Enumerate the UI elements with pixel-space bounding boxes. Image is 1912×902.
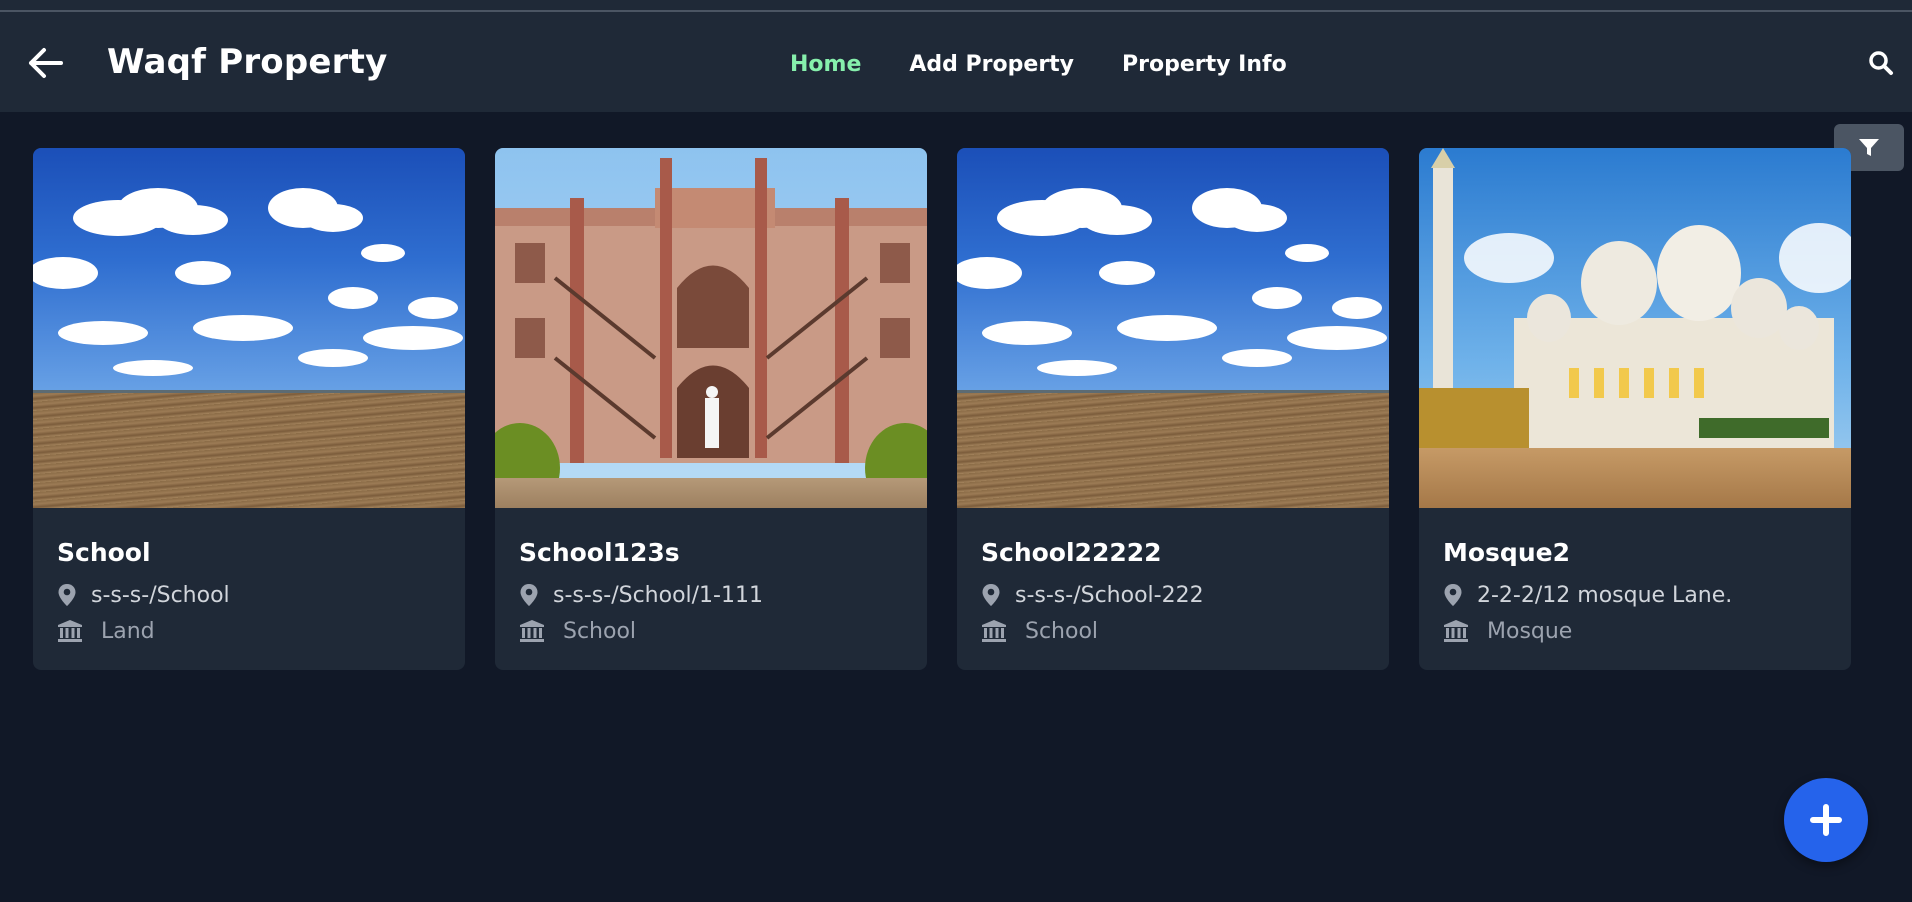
card-address: s-s-s-/School-222 [1015, 582, 1204, 608]
property-image [495, 148, 927, 508]
app-title: Waqf Property [107, 42, 388, 82]
search-button[interactable] [1868, 50, 1894, 76]
arrow-left-icon [29, 48, 63, 78]
back-button[interactable] [26, 46, 66, 80]
nav-property-info[interactable]: Property Info [1122, 52, 1287, 77]
card-type-row: School [981, 613, 1373, 649]
landmark-icon [520, 620, 544, 642]
card-address: 2-2-2/12 mosque Lane. [1477, 582, 1733, 608]
map-pin-icon [982, 584, 1000, 606]
map-pin-icon [58, 584, 76, 606]
card-address-row: s-s-s-/School [57, 577, 449, 613]
card-type-row: Mosque [1443, 613, 1835, 649]
card-address-row: s-s-s-/School-222 [981, 577, 1373, 613]
nav-add-property[interactable]: Add Property [909, 52, 1074, 77]
search-icon [1869, 51, 1893, 75]
property-image [957, 148, 1389, 508]
card-type: School [563, 618, 637, 644]
landmark-icon [58, 620, 82, 642]
add-property-fab[interactable] [1784, 778, 1868, 862]
card-address-row: s-s-s-/School/1-111 [519, 577, 911, 613]
card-body: School22222 s-s-s-/School-222 School [981, 538, 1373, 649]
card-body: Mosque2 2-2-2/12 mosque Lane. Mosque [1443, 538, 1835, 649]
property-card[interactable]: Mosque2 2-2-2/12 mosque Lane. Mosque [1419, 148, 1851, 670]
card-body: School123s s-s-s-/School/1-111 School [519, 538, 911, 649]
landmark-icon [1444, 620, 1468, 642]
property-card-grid: School s-s-s-/School Land School123s s-s… [33, 148, 1851, 670]
card-type: School [1025, 618, 1099, 644]
card-address-row: 2-2-2/12 mosque Lane. [1443, 577, 1835, 613]
card-type: Mosque [1487, 618, 1573, 644]
property-card[interactable]: School s-s-s-/School Land [33, 148, 465, 670]
main-nav: Home Add Property Property Info [790, 52, 1287, 77]
card-type: Land [101, 618, 155, 644]
card-type-row: School [519, 613, 911, 649]
map-pin-icon [1444, 584, 1462, 606]
card-address: s-s-s-/School/1-111 [553, 582, 763, 608]
filter-icon [1859, 138, 1879, 156]
card-title: School [57, 538, 151, 567]
card-title: School123s [519, 538, 680, 567]
property-card[interactable]: School123s s-s-s-/School/1-111 School [495, 148, 927, 670]
nav-home[interactable]: Home [790, 52, 861, 77]
window-top-strip [0, 0, 1912, 12]
card-title: School22222 [981, 538, 1162, 567]
map-pin-icon [520, 584, 538, 606]
landmark-icon [982, 620, 1006, 642]
property-image [33, 148, 465, 508]
app-header: Waqf Property Home Add Property Property… [0, 12, 1912, 112]
card-title: Mosque2 [1443, 538, 1570, 567]
plus-icon [1810, 804, 1842, 836]
property-card[interactable]: School22222 s-s-s-/School-222 School [957, 148, 1389, 670]
card-body: School s-s-s-/School Land [57, 538, 449, 649]
card-address: s-s-s-/School [91, 582, 230, 608]
card-type-row: Land [57, 613, 449, 649]
property-image [1419, 148, 1851, 508]
